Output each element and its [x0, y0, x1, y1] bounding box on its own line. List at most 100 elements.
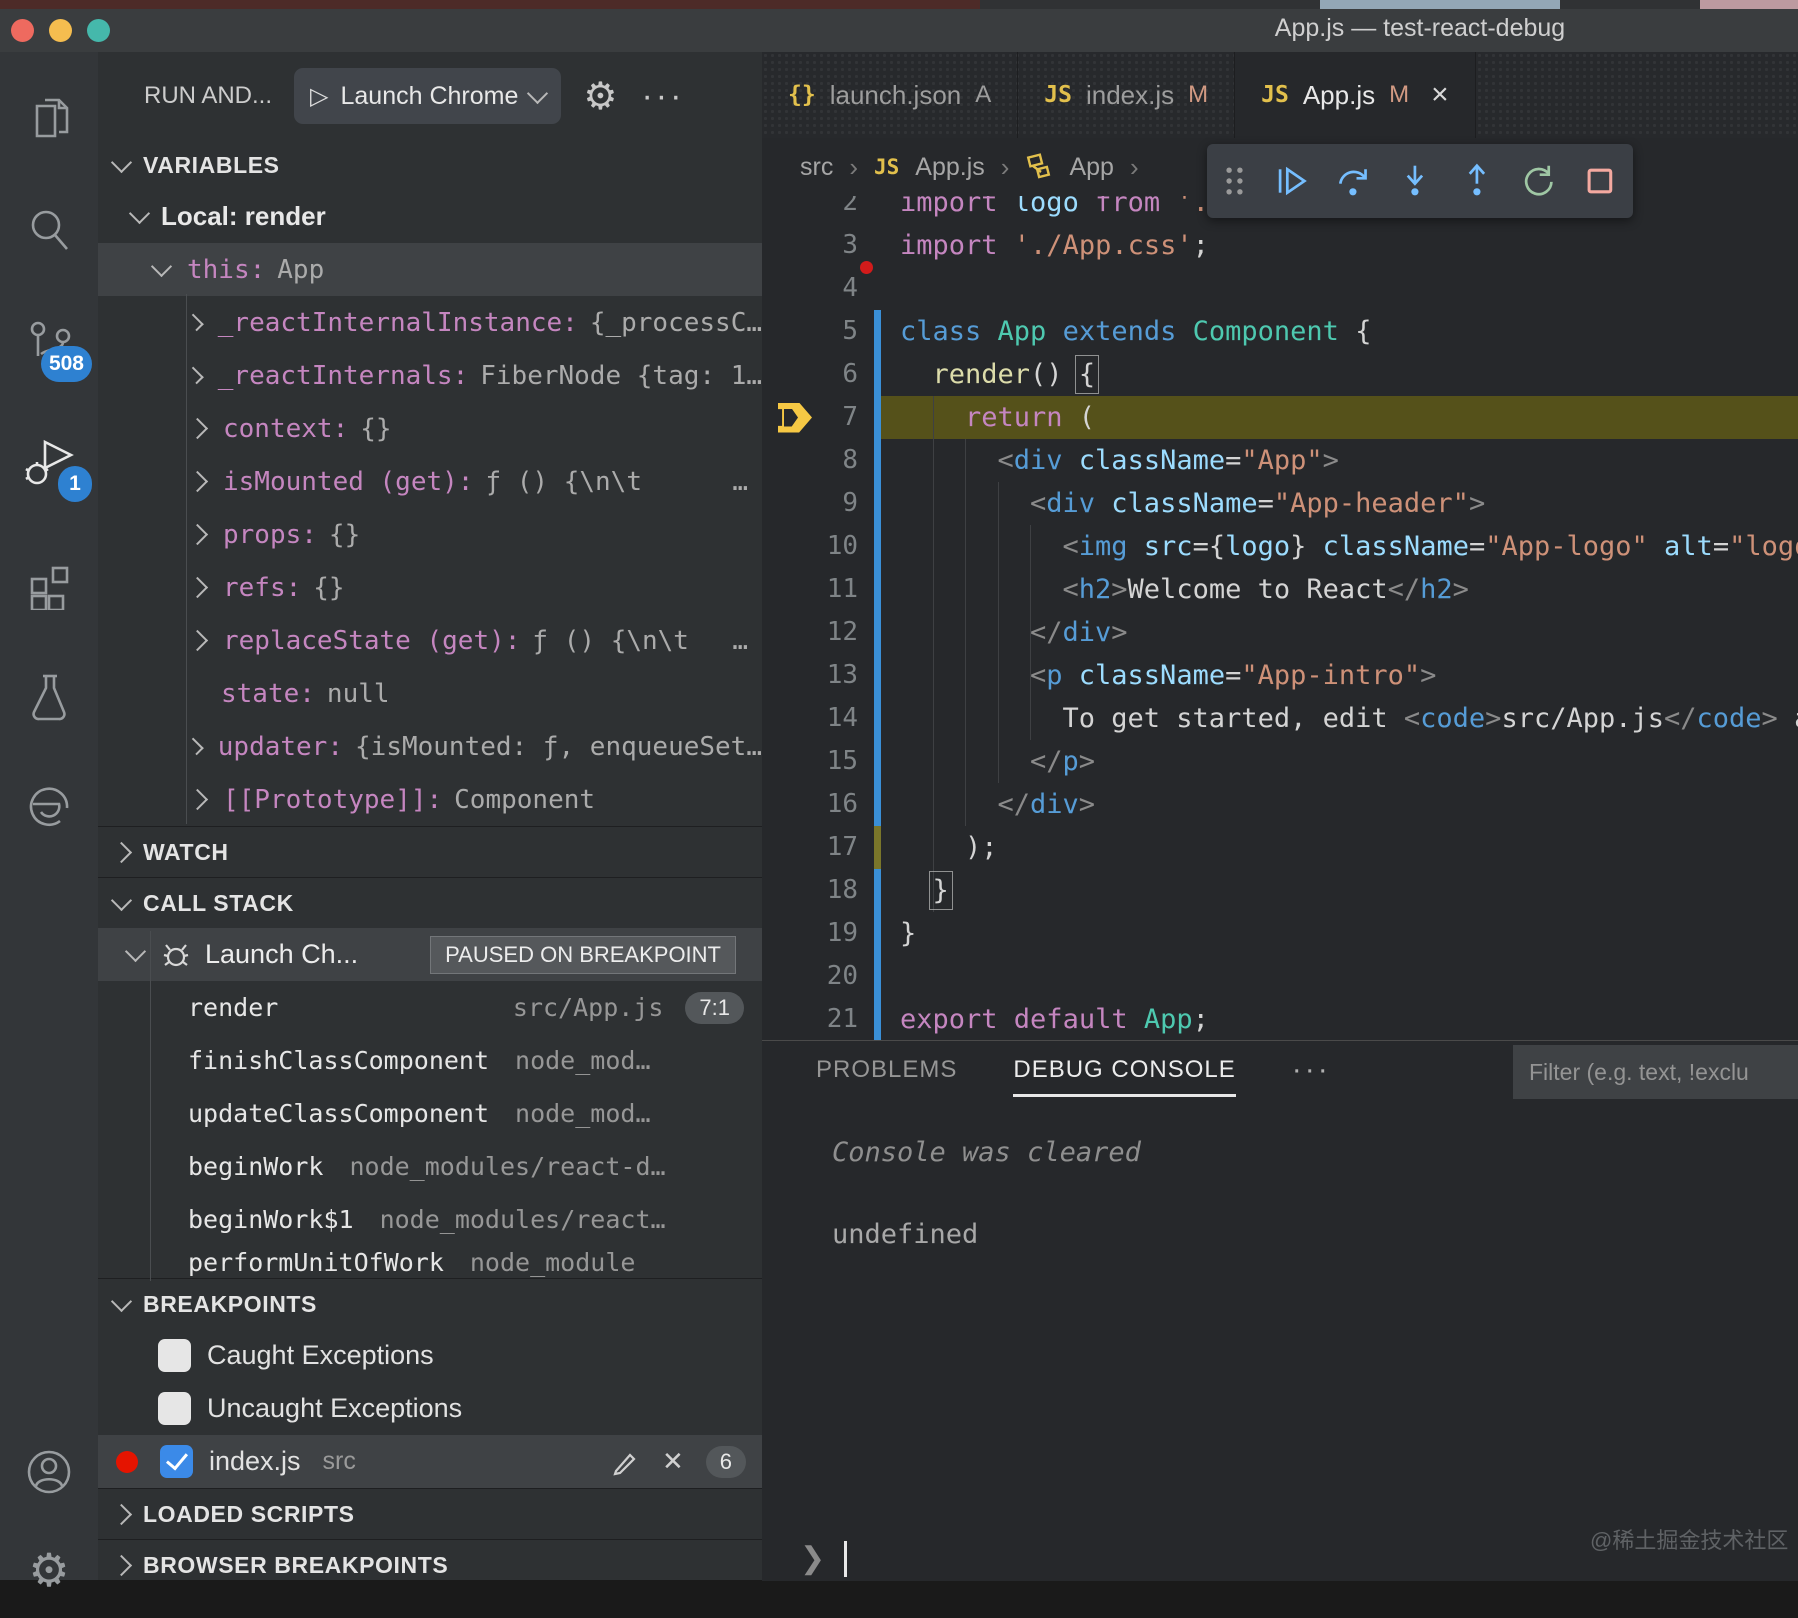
step-out-icon[interactable] — [1458, 160, 1496, 202]
code-editor[interactable]: 2import logo from './logo.svg';3import '… — [762, 196, 1798, 1040]
edit-breakpoint-icon[interactable] — [610, 1447, 640, 1477]
code-line[interactable]: </div> — [762, 611, 1798, 654]
code-line[interactable]: render() { — [762, 353, 1798, 396]
code-token: div — [1046, 488, 1111, 519]
launch-config-dropdown[interactable]: ▷ Launch Chrome — [294, 68, 561, 124]
step-over-icon[interactable] — [1334, 160, 1372, 202]
call-stack-frame[interactable]: finishClassComponentnode_mod… — [98, 1034, 762, 1087]
step-into-icon[interactable] — [1396, 160, 1434, 202]
variables-scope-row[interactable]: Local: render — [98, 190, 762, 243]
explorer-icon[interactable] — [0, 72, 98, 168]
close-window-button[interactable] — [11, 19, 34, 42]
extensions-icon[interactable] — [0, 536, 98, 632]
breadcrumb-file[interactable]: App.js — [915, 153, 984, 182]
call-stack-frame[interactable]: rendersrc/App.js7:1 — [98, 981, 762, 1034]
console-filter-input[interactable]: Filter (e.g. text, !exclu — [1513, 1045, 1798, 1099]
code-line[interactable]: <div className="App"> — [762, 439, 1798, 482]
minimize-window-button[interactable] — [49, 19, 72, 42]
section-breakpoints[interactable]: BREAKPOINTS — [98, 1278, 762, 1329]
start-debug-icon[interactable]: ▷ — [310, 82, 328, 111]
breadcrumb-symbol[interactable]: App — [1069, 153, 1113, 182]
frame-line-badge: 7:1 — [685, 992, 744, 1024]
tab-index-js[interactable]: JS index.js M — [1018, 52, 1235, 138]
variable-row[interactable]: isMounted (get):ƒ () {\n\t… — [98, 455, 762, 508]
breakpoint-checkbox[interactable] — [158, 1392, 191, 1425]
toolbar-drag-grip[interactable] — [1221, 161, 1248, 201]
settings-gear-icon[interactable]: ⚙ — [0, 1522, 98, 1618]
code-token: logo — [1225, 531, 1290, 562]
panel-more-actions-icon[interactable]: ··· — [1292, 1053, 1331, 1087]
code-line[interactable] — [762, 955, 1798, 998]
call-stack-frame[interactable]: beginWorknode_modules/react-d… — [98, 1140, 762, 1193]
sidebar-more-actions-icon[interactable]: ··· — [641, 77, 684, 116]
call-stack-frame[interactable]: updateClassComponentnode_mod… — [98, 1087, 762, 1140]
variable-row[interactable]: refs:{} — [98, 561, 762, 614]
code-line[interactable]: export default App; — [762, 998, 1798, 1041]
code-token: = — [1225, 660, 1241, 691]
call-stack-frame[interactable]: beginWork$1node_modules/react… — [98, 1193, 762, 1246]
breakpoint-checkbox[interactable] — [158, 1339, 191, 1372]
maximize-window-button[interactable] — [87, 19, 110, 42]
code-line[interactable]: import './App.css'; — [762, 224, 1798, 267]
section-watch[interactable]: WATCH — [98, 826, 762, 877]
variable-row[interactable]: _reactInternalInstance:{_processC… — [98, 296, 762, 349]
code-line[interactable]: <p className="App-intro"> — [762, 654, 1798, 697]
section-browser-breakpoints[interactable]: BROWSER BREAKPOINTS — [98, 1539, 762, 1580]
code-line[interactable]: ); — [762, 826, 1798, 869]
variable-row[interactable]: this:App — [98, 243, 762, 296]
panel-tab-problems[interactable]: PROBLEMS — [816, 1041, 957, 1099]
run-and-debug-icon[interactable]: 1 — [0, 416, 98, 512]
breakpoint-checkbox[interactable] — [160, 1445, 193, 1478]
code-line[interactable]: <img src={logo} className="App-logo" alt… — [762, 525, 1798, 568]
code-line[interactable]: </div> — [762, 783, 1798, 826]
search-icon[interactable] — [0, 182, 98, 278]
variable-name: props: — [223, 520, 317, 550]
sidebar-title: RUN AND... — [144, 82, 272, 110]
code-line[interactable] — [762, 267, 1798, 310]
close-tab-icon[interactable]: × — [1431, 78, 1449, 112]
stop-icon[interactable] — [1581, 160, 1619, 202]
code-line[interactable]: return ( — [762, 396, 1798, 439]
testing-icon[interactable] — [0, 648, 98, 744]
code-token: src/App.js — [1501, 703, 1664, 734]
call-stack-session-row[interactable]: Launch Ch...PAUSED ON BREAKPOINT — [98, 928, 762, 981]
variable-row[interactable]: context:{} — [98, 402, 762, 455]
variable-row[interactable]: _reactInternals:FiberNode {tag: 1… — [98, 349, 762, 402]
call-stack-frame[interactable]: performUnitOfWorknode_module — [98, 1246, 762, 1278]
code-line[interactable]: } — [762, 912, 1798, 955]
remove-breakpoint-icon[interactable]: ✕ — [662, 1446, 684, 1477]
panel-tab-debug-console[interactable]: DEBUG CONSOLE — [1013, 1041, 1235, 1099]
section-call-stack[interactable]: CALL STACK — [98, 877, 762, 928]
code-line[interactable]: </p> — [762, 740, 1798, 783]
edge-browser-icon[interactable] — [0, 758, 98, 854]
code-line[interactable]: <div className="App-header"> — [762, 482, 1798, 525]
code-line[interactable]: class App extends Component { — [762, 310, 1798, 353]
source-control-icon[interactable]: 508 — [0, 296, 98, 392]
debug-settings-gear-icon[interactable]: ⚙ — [583, 74, 617, 119]
restart-icon[interactable] — [1519, 160, 1557, 202]
account-icon[interactable] — [0, 1424, 98, 1520]
tab-launch-json[interactable]: {} launch.json A — [762, 52, 1018, 138]
variable-row[interactable]: [[Prototype]]:Component — [98, 773, 762, 826]
code-line[interactable]: } — [762, 869, 1798, 912]
console-input-caret[interactable] — [844, 1541, 847, 1577]
code-token: = — [1193, 531, 1209, 562]
tab-label: launch.json — [830, 80, 962, 111]
section-title: BREAKPOINTS — [143, 1291, 317, 1318]
breadcrumb-src[interactable]: src — [800, 153, 833, 182]
frame-source: node_module — [470, 1248, 636, 1277]
variable-row[interactable]: state:null — [98, 667, 762, 720]
variable-row[interactable]: replaceState (get):ƒ () {\n\t… — [98, 614, 762, 667]
code-line[interactable]: <h2>Welcome to React</h2> — [762, 568, 1798, 611]
breakpoint-row[interactable]: Caught Exceptions — [98, 1329, 762, 1382]
section-loaded-scripts[interactable]: LOADED SCRIPTS — [98, 1488, 762, 1539]
code-token: default — [1014, 1004, 1144, 1035]
section-variables[interactable]: VARIABLES — [98, 140, 762, 190]
code-line[interactable]: To get started, edit <code>src/App.js</c… — [762, 697, 1798, 740]
breakpoint-row[interactable]: index.jssrc✕6 — [98, 1435, 762, 1488]
continue-icon[interactable] — [1272, 160, 1310, 202]
tab-app-js[interactable]: JS App.js M × — [1235, 52, 1476, 138]
breakpoint-row[interactable]: Uncaught Exceptions — [98, 1382, 762, 1435]
variable-row[interactable]: updater:{isMounted: ƒ, enqueueSet… — [98, 720, 762, 773]
variable-row[interactable]: props:{} — [98, 508, 762, 561]
